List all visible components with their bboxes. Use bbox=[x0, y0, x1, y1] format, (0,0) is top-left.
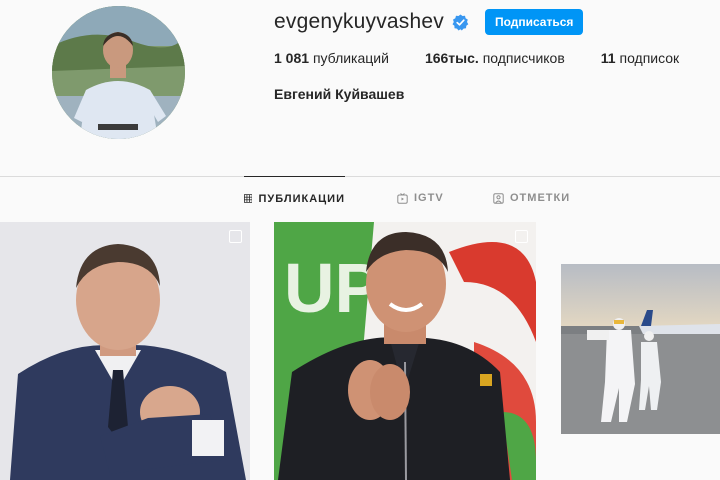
stat-posts-label: публикаций bbox=[312, 50, 389, 66]
tab-tagged[interactable]: ОТМЕТКИ bbox=[493, 176, 570, 220]
tab-igtv-label: IGTV bbox=[414, 192, 444, 204]
stat-following-label: подписок bbox=[619, 50, 680, 66]
tab-tagged-label: ОТМЕТКИ bbox=[510, 192, 571, 204]
stat-followers-label: подписчиков bbox=[482, 50, 565, 66]
post-thumbnail-2[interactable]: UP bbox=[274, 222, 536, 480]
full-name: Евгений Куйвашев bbox=[274, 86, 405, 102]
stat-posts[interactable]: 1 081 публикаций bbox=[274, 50, 389, 66]
post-thumbnail-1[interactable] bbox=[0, 222, 250, 480]
stat-posts-value: 1 081 bbox=[274, 50, 310, 66]
follow-button[interactable]: Подписаться bbox=[484, 9, 584, 35]
tab-igtv[interactable]: IGTV bbox=[397, 176, 444, 220]
multiple-photos-icon bbox=[515, 230, 528, 243]
tab-posts-label: ПУБЛИКАЦИИ bbox=[258, 192, 345, 205]
username: evgenykuyvashev bbox=[274, 10, 444, 33]
tagged-icon bbox=[493, 192, 504, 204]
tab-posts[interactable]: ПУБЛИКАЦИИ bbox=[244, 176, 345, 220]
profile-stats: 1 081 публикаций 166тыс. подписчиков 11 … bbox=[274, 50, 715, 66]
profile-avatar[interactable] bbox=[52, 6, 185, 139]
grid-icon bbox=[244, 194, 253, 203]
stat-following-value: 11 bbox=[600, 50, 616, 66]
stat-followers-value: 166тыс. bbox=[424, 50, 479, 66]
stat-followers[interactable]: 166тыс. подписчиков bbox=[425, 50, 565, 66]
username-row: evgenykuyvashev Подписаться bbox=[274, 8, 584, 36]
igtv-icon bbox=[397, 192, 408, 204]
multiple-photos-icon bbox=[229, 230, 242, 243]
verified-badge-icon bbox=[452, 14, 469, 31]
stat-following[interactable]: 11 подписок bbox=[601, 50, 679, 66]
profile-tabs: ПУБЛИКАЦИИ IGTV ОТМЕТКИ bbox=[0, 176, 720, 220]
post-thumbnail-3[interactable] bbox=[561, 264, 720, 434]
